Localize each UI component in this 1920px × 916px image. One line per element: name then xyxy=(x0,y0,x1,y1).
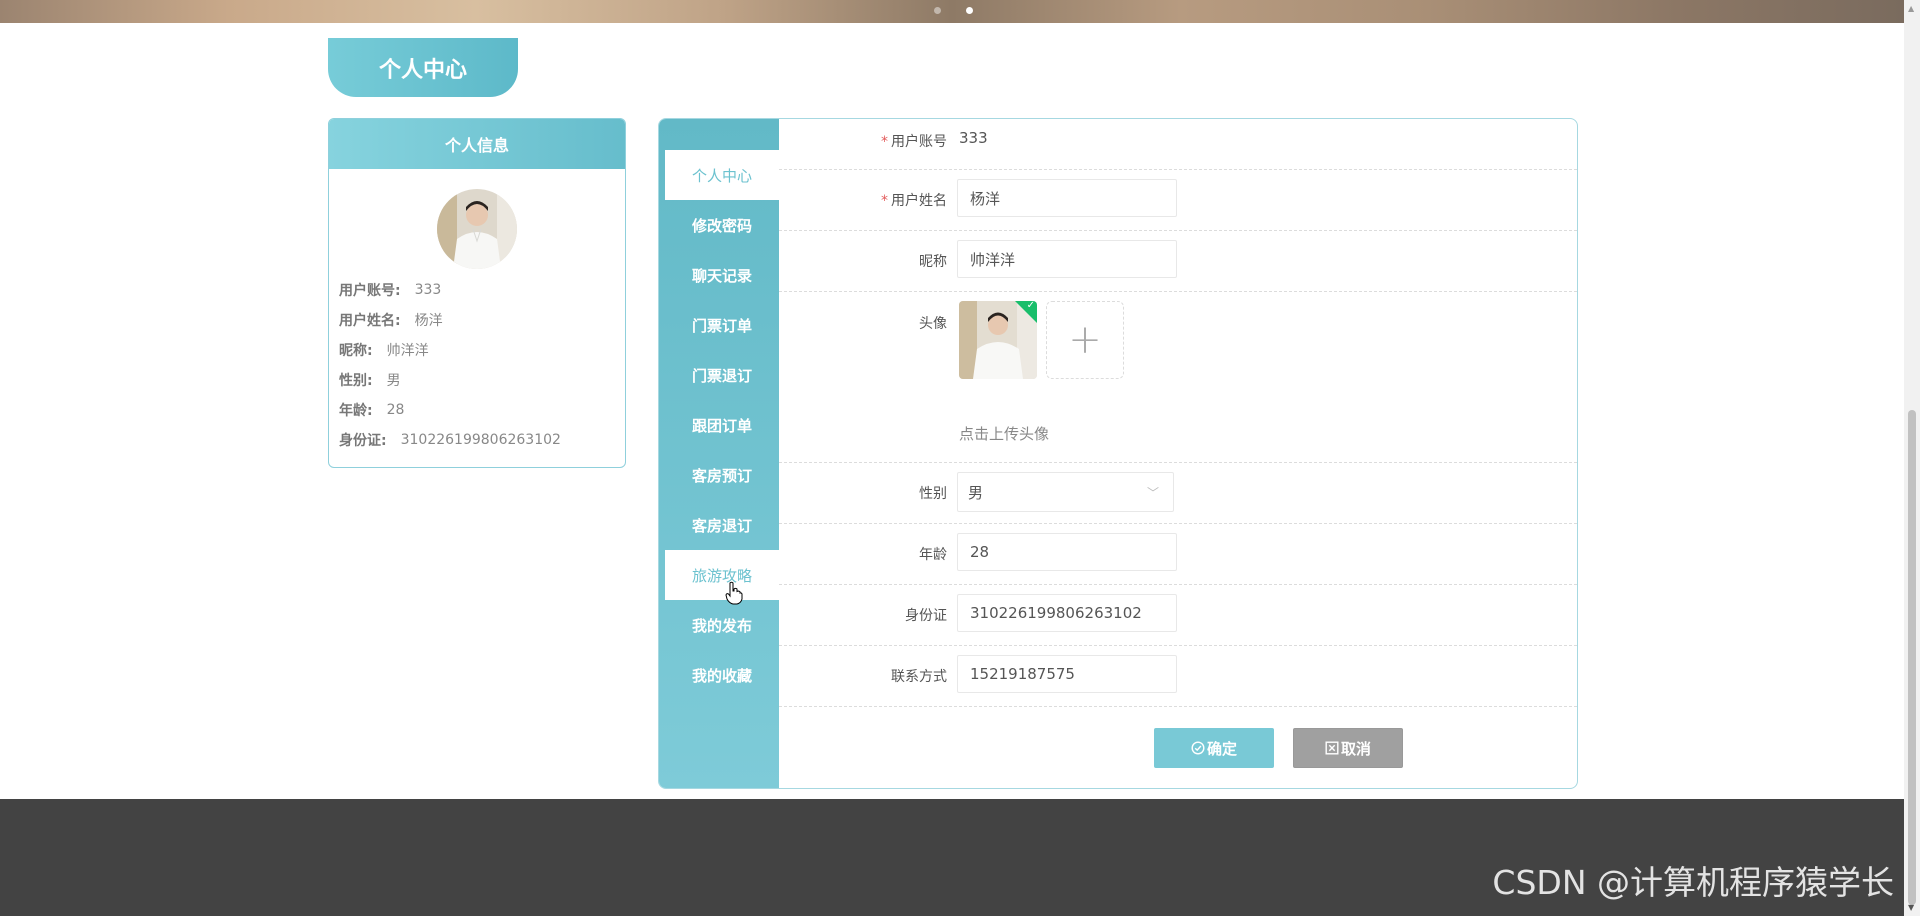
menu-item-my-posts[interactable]: 我的发布 xyxy=(665,600,779,650)
scroll-up-icon[interactable]: ▲ xyxy=(1908,4,1914,13)
menu-item-profile[interactable]: 个人中心 xyxy=(665,150,779,200)
nickname-label: 昵称 xyxy=(919,254,947,270)
gender-selected-value: 男 xyxy=(968,483,984,502)
name-label: * 用户姓名 xyxy=(779,190,947,210)
form-row-id-card: 身份证 xyxy=(779,584,1577,646)
info-row-account: 用户账号: 333 xyxy=(329,275,625,305)
form-row-account: * 用户账号 333 xyxy=(779,119,1577,170)
nickname-input[interactable] xyxy=(957,240,1177,278)
info-row-gender: 性别: 男 xyxy=(329,365,625,395)
watermark: CSDN @计算机程序猿学长 xyxy=(1492,863,1894,902)
cancel-label: 取消 xyxy=(1340,739,1371,758)
chevron-down-icon: ﹀ xyxy=(1146,486,1159,500)
page-footer: CSDN @计算机程序猿学长 xyxy=(0,799,1904,916)
menu-item-ticket-refunds[interactable]: 门票退订 xyxy=(665,350,779,400)
info-key: 身份证: xyxy=(339,433,387,449)
form-row-avatar: 头像 ✓ + 点击上传头像 xyxy=(779,291,1577,463)
scroll-down-icon[interactable]: ▼ xyxy=(1908,903,1914,912)
contact-label: 联系方式 xyxy=(891,669,947,685)
avatar-label: 头像 xyxy=(919,316,947,332)
account-value: 333 xyxy=(959,129,988,147)
close-square-icon xyxy=(1325,741,1339,755)
info-value: 28 xyxy=(386,402,405,418)
info-value: 帅洋洋 xyxy=(386,343,429,359)
form-row-age: 年龄 xyxy=(779,523,1577,585)
info-key: 用户账号: xyxy=(339,283,401,299)
menu-item-tour-orders[interactable]: 跟团订单 xyxy=(665,400,779,450)
info-row-age: 年龄: 28 xyxy=(329,395,625,425)
info-value: 333 xyxy=(414,282,442,298)
menu-item-room-cancel[interactable]: 客房退订 xyxy=(665,500,779,550)
contact-input[interactable] xyxy=(957,655,1177,693)
gender-label: 性别 xyxy=(919,486,947,502)
cancel-button[interactable]: 取消 xyxy=(1293,728,1403,768)
menu-item-travel-guides[interactable]: 旅游攻略 xyxy=(665,550,779,600)
info-key: 昵称: xyxy=(339,343,373,359)
personal-info-card: 个人信息 用户账号: 333 用户姓名: 杨洋 昵称: 帅洋洋 性别: 男 年龄… xyxy=(328,118,626,468)
info-row-nickname: 昵称: 帅洋洋 xyxy=(329,335,625,365)
id-card-input[interactable] xyxy=(957,594,1177,632)
required-mark: * xyxy=(881,134,888,150)
check-circle-icon xyxy=(1191,741,1205,755)
form-row-nickname: 昵称 xyxy=(779,230,1577,292)
info-key: 年龄: xyxy=(339,403,373,419)
required-mark: * xyxy=(881,193,888,209)
profile-panel: 个人中心 修改密码 聊天记录 门票订单 门票退订 跟团订单 客房预订 客房退订 … xyxy=(658,118,1578,789)
info-value: 杨洋 xyxy=(414,313,443,329)
avatar xyxy=(437,189,517,269)
side-menu: 个人中心 修改密码 聊天记录 门票订单 门票退订 跟团订单 客房预订 客房退订 … xyxy=(659,119,779,788)
form-row-name: * 用户姓名 xyxy=(779,169,1577,231)
scrollbar-thumb[interactable] xyxy=(1908,410,1916,905)
menu-item-my-favorites[interactable]: 我的收藏 xyxy=(665,650,779,700)
info-key: 用户姓名: xyxy=(339,313,401,329)
page-scrollbar[interactable]: ▲ ▼ xyxy=(1904,0,1920,916)
menu-item-room-booking[interactable]: 客房预订 xyxy=(665,450,779,500)
name-input[interactable] xyxy=(957,179,1177,217)
form-row-contact: 联系方式 xyxy=(779,645,1577,707)
age-input[interactable] xyxy=(957,533,1177,571)
info-key: 性别: xyxy=(339,373,373,389)
id-card-label: 身份证 xyxy=(905,608,947,624)
plus-icon: + xyxy=(1068,317,1102,363)
name-label-text: 用户姓名 xyxy=(891,193,947,209)
check-icon: ✓ xyxy=(1026,301,1035,311)
confirm-label: 确定 xyxy=(1206,739,1237,758)
top-banner xyxy=(0,0,1904,23)
account-label-text: 用户账号 xyxy=(891,134,947,150)
account-label: * 用户账号 xyxy=(779,131,947,151)
menu-item-change-password[interactable]: 修改密码 xyxy=(665,200,779,250)
uploaded-avatar-thumb[interactable]: ✓ xyxy=(959,301,1037,379)
carousel-dot-active[interactable] xyxy=(966,7,973,14)
form-row-gender: 性别 男 ﹀ xyxy=(779,462,1577,524)
page-title: 个人中心 xyxy=(328,38,518,97)
avatar-image xyxy=(437,189,517,269)
info-value: 男 xyxy=(386,373,401,389)
profile-form: *用户账号 333 *用户姓名 昵称 头像 xyxy=(779,119,1577,788)
carousel-dot[interactable] xyxy=(934,7,941,14)
upload-add-button[interactable]: + xyxy=(1046,301,1124,379)
info-row-id-card: 身份证: 310226199806263102 xyxy=(329,425,625,455)
info-card-title: 个人信息 xyxy=(329,119,625,169)
confirm-button[interactable]: 确定 xyxy=(1154,728,1274,768)
hand-pointer-icon xyxy=(725,581,743,605)
menu-item-ticket-orders[interactable]: 门票订单 xyxy=(665,300,779,350)
info-value: 310226199806263102 xyxy=(400,432,561,448)
upload-hint[interactable]: 点击上传头像 xyxy=(959,423,1049,444)
info-row-name: 用户姓名: 杨洋 xyxy=(329,305,625,335)
gender-select[interactable]: 男 ﹀ xyxy=(957,472,1174,512)
age-label: 年龄 xyxy=(919,547,947,563)
menu-item-chat-history[interactable]: 聊天记录 xyxy=(665,250,779,300)
